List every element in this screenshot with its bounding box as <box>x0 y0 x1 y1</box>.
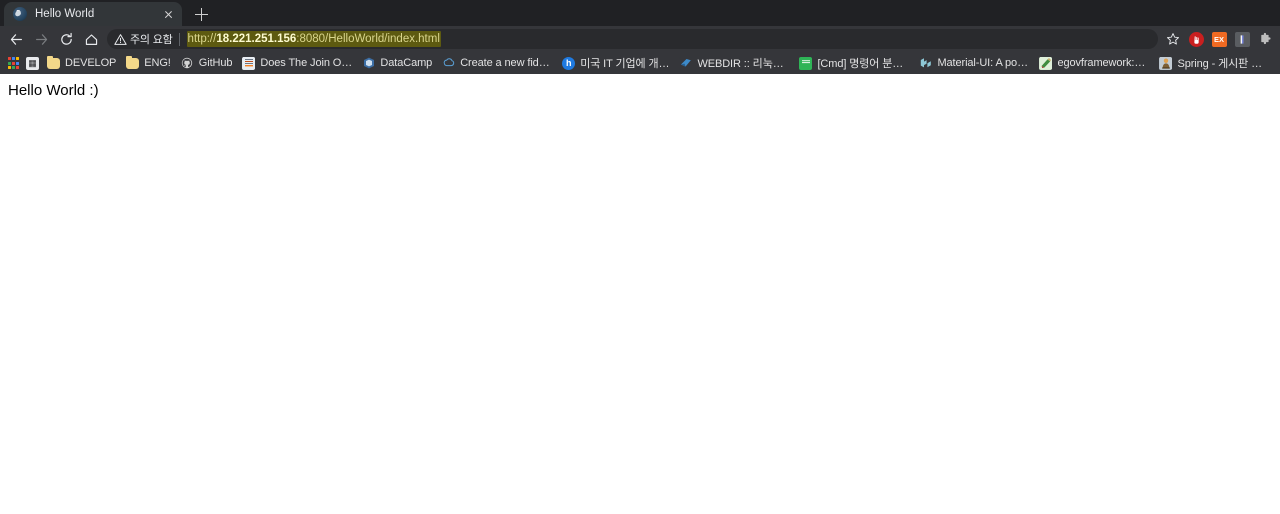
bookmark-brunch[interactable]: h 미국 IT 기업에 개… <box>557 54 674 73</box>
warning-triangle-icon[interactable] <box>114 33 127 46</box>
egov-icon <box>1039 56 1053 70</box>
bookmarks-bar: ▦ DEVELOP ENG! GitHub Does The Join Ord… <box>0 52 1280 74</box>
bookmark-label: [Cmd] 명령어 분류(… <box>817 58 910 70</box>
brunch-icon: h <box>562 56 576 70</box>
bookmark-label: Does The Join Ord… <box>260 57 353 69</box>
bookmark-webdir[interactable]: WEBDIR :: 리눅스… <box>674 54 794 73</box>
bookmark-label: ENG! <box>144 57 171 69</box>
url-host: 18.221.251.156 <box>216 33 297 45</box>
home-button[interactable] <box>79 27 104 51</box>
folder-icon <box>47 55 60 69</box>
bookmark-github[interactable]: GitHub <box>176 54 238 73</box>
bookmark-apps[interactable]: ▦ <box>23 54 42 73</box>
browser-toolbar: 주의 요함 http://18.221.251.156:8080/HelloWo… <box>0 26 1280 52</box>
bookmark-bar-glyph <box>1234 31 1250 47</box>
bookmark-stackoverflow[interactable]: Does The Join Ord… <box>237 54 357 73</box>
bookmark-label: WEBDIR :: 리눅스… <box>697 58 790 70</box>
bookmark-label: Spring - 게시판 만… <box>1177 58 1270 70</box>
omnibox-divider <box>178 32 180 46</box>
url-text[interactable]: http://18.221.251.156:8080/HelloWorld/in… <box>186 31 441 47</box>
folder-icon <box>126 55 140 69</box>
arrow-left-icon <box>10 33 22 45</box>
url-scheme: http:// <box>187 33 217 45</box>
forward-button[interactable] <box>29 27 54 51</box>
url-path: :8080/HelloWorld/index.html <box>296 33 440 45</box>
bookmark-label: GitHub <box>198 57 233 69</box>
apps-icon: ▦ <box>26 56 39 70</box>
bookmark-label: 미국 IT 기업에 개… <box>580 58 670 70</box>
security-status-text: 주의 요함 <box>130 34 173 46</box>
globe-icon <box>13 7 27 21</box>
bookmark-label: Material-UI: A pop… <box>937 57 1030 69</box>
bookmark-datacamp[interactable]: DataCamp <box>357 54 437 73</box>
bookmark-label: DEVELOP <box>65 57 117 69</box>
bookmark-folder-develop[interactable]: DEVELOP <box>42 54 121 73</box>
bookmark-material-ui[interactable]: Material-UI: A pop… <box>914 54 1034 73</box>
naver-blog-icon <box>799 56 813 70</box>
adblock-extension-icon[interactable] <box>1185 28 1207 50</box>
google-apps-grid-icon <box>7 57 20 70</box>
tab-hello-world[interactable]: Hello World <box>4 2 182 26</box>
bookmark-google-apps[interactable] <box>4 54 23 73</box>
adblock-glyph <box>1188 31 1204 47</box>
close-icon[interactable] <box>161 7 176 22</box>
tistory-icon <box>1159 56 1173 70</box>
bookmark-naver-blog[interactable]: [Cmd] 명령어 분류(… <box>794 54 914 73</box>
new-tab-button[interactable] <box>187 2 215 26</box>
back-button[interactable] <box>4 27 29 51</box>
bookmark-label: DataCamp <box>380 57 433 69</box>
bookmark-star-icon[interactable] <box>1162 28 1184 50</box>
tab-title: Hello World <box>35 8 95 20</box>
reload-button[interactable] <box>54 27 79 51</box>
bookmark-label: Create a new fiddl… <box>460 57 553 69</box>
jsfiddle-icon <box>442 56 456 70</box>
bookmark-egovframework[interactable]: egovframework:de… <box>1034 54 1154 73</box>
github-icon <box>180 56 194 70</box>
bookmark-label: egovframework:de… <box>1057 57 1150 69</box>
page-body-text: Hello World :) <box>8 82 99 99</box>
bookmark-folder-eng[interactable]: ENG! <box>121 54 176 73</box>
page-viewport: Hello World :) <box>0 74 1280 514</box>
stackoverflow-icon <box>242 56 256 70</box>
home-icon <box>85 33 98 45</box>
datacamp-icon <box>362 56 376 70</box>
ex-glyph: EX <box>1211 31 1227 47</box>
tab-strip: Hello World <box>0 0 1280 26</box>
puzzle-extensions-icon[interactable] <box>1254 28 1276 50</box>
ex-extension-icon[interactable]: EX <box>1208 28 1230 50</box>
bookmark-spring-tistory[interactable]: Spring - 게시판 만… <box>1154 54 1274 73</box>
webdir-icon <box>679 56 693 70</box>
bookmark-manager-extension-icon[interactable] <box>1231 28 1253 50</box>
address-bar[interactable]: 주의 요함 http://18.221.251.156:8080/HelloWo… <box>107 29 1158 49</box>
arrow-right-icon <box>36 33 48 45</box>
bookmark-jsfiddle[interactable]: Create a new fiddl… <box>437 54 557 73</box>
reload-icon <box>61 32 72 45</box>
browser-window: Hello World 주의 요함 http://18.221.251.156:… <box>0 0 1280 514</box>
material-ui-icon <box>919 56 933 70</box>
